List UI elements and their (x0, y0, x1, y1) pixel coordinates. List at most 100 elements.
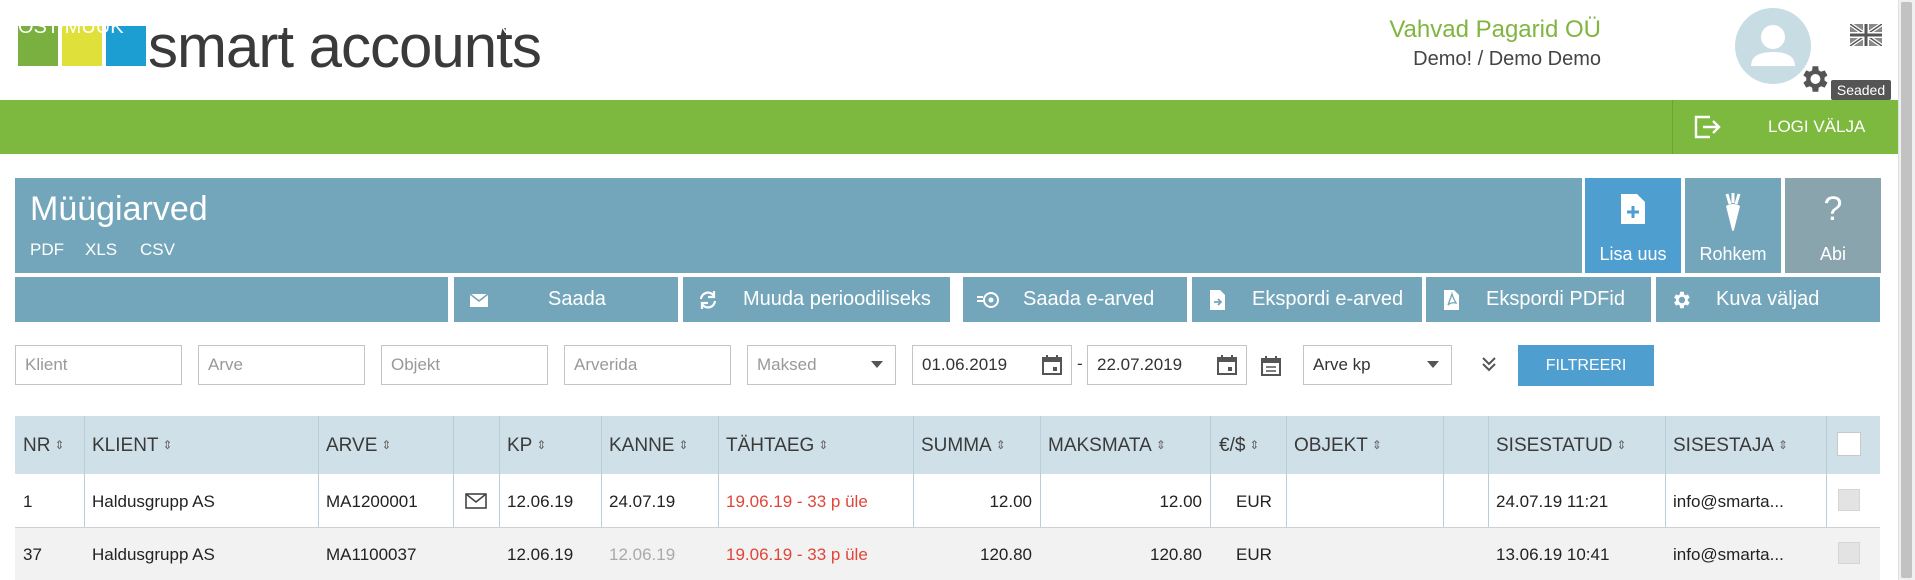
export-xls-link[interactable]: XLS (85, 240, 117, 260)
user-name[interactable]: Demo! / Demo Demo (1413, 48, 1601, 71)
row-checkbox[interactable] (1838, 489, 1860, 511)
col-header-tahtaeg-label: TÄHTAEG (726, 435, 815, 456)
cell-entry[interactable]: 24.07.19 (609, 492, 675, 512)
cell-nr: 1 (23, 492, 33, 511)
col-header-maksmata[interactable]: MAKSMATA ⇕ (1048, 416, 1166, 474)
send-einvoices-button[interactable]: Saada e-arved (963, 277, 1187, 322)
col-header-arve[interactable]: ARVE ⇕ (326, 416, 391, 474)
date-from-input[interactable]: 01.06.2019 (912, 345, 1072, 385)
calendar-list-icon[interactable] (1260, 355, 1282, 377)
col-header-kanne-label: KANNE (609, 435, 675, 456)
sort-icon: ⇕ (1778, 438, 1789, 452)
nav-item-ost-muuk[interactable]: OST/MÜÜK (18, 0, 124, 54)
sort-icon: ⇕ (1155, 438, 1166, 452)
export-einvoices-button[interactable]: Ekspordi e-arved (1192, 277, 1422, 322)
col-header-summa-label: SUMMA (921, 435, 992, 456)
calendar-icon[interactable] (1216, 354, 1238, 376)
row-checkbox[interactable] (1838, 542, 1860, 564)
carrot-icon (1725, 193, 1741, 231)
object-filter-input[interactable]: Objekt (381, 345, 548, 385)
logout-icon[interactable] (1692, 114, 1722, 140)
payments-select[interactable]: Maksed (747, 345, 896, 385)
cell-entry[interactable]: 12.06.19 (609, 545, 675, 565)
show-fields-button[interactable]: Kuva väljad (1656, 277, 1880, 322)
cell-entered-by: info@smarta... (1673, 545, 1784, 564)
export-pdf-link[interactable]: PDF (30, 240, 64, 260)
cell-unpaid: 120.80 (1150, 545, 1202, 564)
sort-icon: ⇕ (381, 438, 392, 452)
nav-item-pohivarad[interactable]: PÕHIVARAD (793, 0, 909, 54)
payments-select-value: Maksed (757, 355, 817, 374)
nav-item-maksed[interactable]: MAKSED (161, 0, 245, 54)
more-label: Rohkem (1699, 244, 1767, 264)
cell-client[interactable]: Haldusgrupp AS (92, 492, 215, 512)
nav-item-ladu[interactable]: LADU (704, 0, 757, 54)
envelope-icon[interactable] (465, 492, 487, 510)
nav-item-abi[interactable]: ABI (1031, 0, 1063, 54)
col-header-sisestaja[interactable]: SISESTAJA ⇕ (1673, 416, 1788, 474)
date-range-separator: - (1077, 354, 1083, 373)
expand-filters-icon[interactable] (1480, 355, 1498, 373)
gear-icon[interactable] (1797, 62, 1831, 96)
col-header-tahtaeg[interactable]: TÄHTAEG ⇕ (726, 416, 828, 474)
more-button[interactable]: Rohkem (1685, 178, 1781, 273)
col-header-currency[interactable]: €/$ ⇕ (1219, 416, 1259, 474)
sort-icon: ⇕ (54, 438, 65, 452)
col-header-sisestaja-label: SISESTAJA (1673, 435, 1775, 456)
cell-client[interactable]: Haldusgrupp AS (92, 545, 215, 565)
col-header-objekt[interactable]: OBJEKT ⇕ (1294, 416, 1382, 474)
main-nav (0, 100, 1898, 154)
calendar-icon[interactable] (1041, 354, 1063, 376)
filter-button[interactable]: FILTREERI (1518, 345, 1654, 386)
select-all-checkbox[interactable] (1837, 432, 1861, 456)
uk-flag-icon[interactable] (1850, 24, 1882, 46)
help-label: Abi (1819, 244, 1846, 264)
gear-icon (1674, 291, 1690, 309)
sort-icon: ⇕ (1616, 438, 1627, 452)
col-header-sisestatud[interactable]: SISESTATUD ⇕ (1496, 416, 1627, 474)
sort-icon: ⇕ (818, 438, 829, 452)
help-button[interactable]: ? Abi (1785, 178, 1881, 273)
make-periodic-label: Muuda perioodiliseks (743, 288, 931, 310)
client-filter-input[interactable]: Klient (15, 345, 182, 385)
add-new-button[interactable]: Lisa uus (1585, 178, 1681, 273)
cell-currency: EUR (1236, 545, 1272, 564)
scrollbar-thumb[interactable] (1901, 2, 1912, 578)
cell-currency: EUR (1236, 492, 1272, 511)
nav-item-maksud[interactable]: MAKSUD (584, 0, 670, 54)
date-type-select[interactable]: Arve kp (1303, 345, 1452, 385)
nav-item-pearaamat[interactable]: PEARAAMAT (280, 0, 402, 54)
cell-due: 19.06.19 - 33 p üle (726, 492, 868, 511)
col-header-klient[interactable]: KLIENT ⇕ (92, 416, 173, 474)
send-button[interactable]: Saada (454, 277, 678, 322)
col-header-nr[interactable]: NR ⇕ (23, 416, 65, 474)
invoice-filter-input[interactable]: Arve (198, 345, 365, 385)
export-pdfs-button[interactable]: Ekspordi PDFid (1426, 277, 1651, 322)
export-csv-link[interactable]: CSV (140, 240, 175, 260)
export-pdfs-label: Ekspordi PDFid (1486, 288, 1625, 310)
invoice-row-filter-input[interactable]: Arverida (564, 345, 731, 385)
export-document-icon (1210, 290, 1225, 310)
show-fields-label: Kuva väljad (1716, 288, 1820, 310)
cell-invoice[interactable]: MA1100037 (326, 545, 416, 565)
col-header-summa[interactable]: SUMMA ⇕ (921, 416, 1006, 474)
date-to-input[interactable]: 22.07.2019 (1087, 345, 1247, 385)
cell-nr: 37 (23, 545, 42, 564)
company-name[interactable]: Vahvad Pagarid OÜ (1389, 16, 1601, 44)
envelope-icon (469, 293, 489, 307)
cell-invoice[interactable]: MA1200001 (326, 492, 418, 512)
cell-entered: 24.07.19 11:21 (1496, 492, 1609, 511)
chevron-down-icon (1427, 361, 1439, 368)
settings-label[interactable]: Seaded (1831, 80, 1891, 100)
cell-date: 12.06.19 (507, 545, 574, 564)
col-header-kp[interactable]: KP ⇕ (507, 416, 546, 474)
question-icon: ? (1823, 190, 1843, 228)
make-periodic-button[interactable]: Muuda perioodiliseks (683, 277, 950, 322)
nav-item-aruanded[interactable]: ARUANDED (439, 0, 551, 54)
cell-unpaid: 12.00 (1159, 492, 1202, 511)
export-einvoices-label: Ekspordi e-arved (1252, 288, 1404, 310)
logout-button[interactable]: LOGI VÄLJA (1768, 100, 1865, 154)
nav-item-palk[interactable]: PALK (944, 0, 994, 54)
col-header-kanne[interactable]: KANNE ⇕ (609, 416, 689, 474)
sort-icon: ⇕ (1371, 438, 1382, 452)
